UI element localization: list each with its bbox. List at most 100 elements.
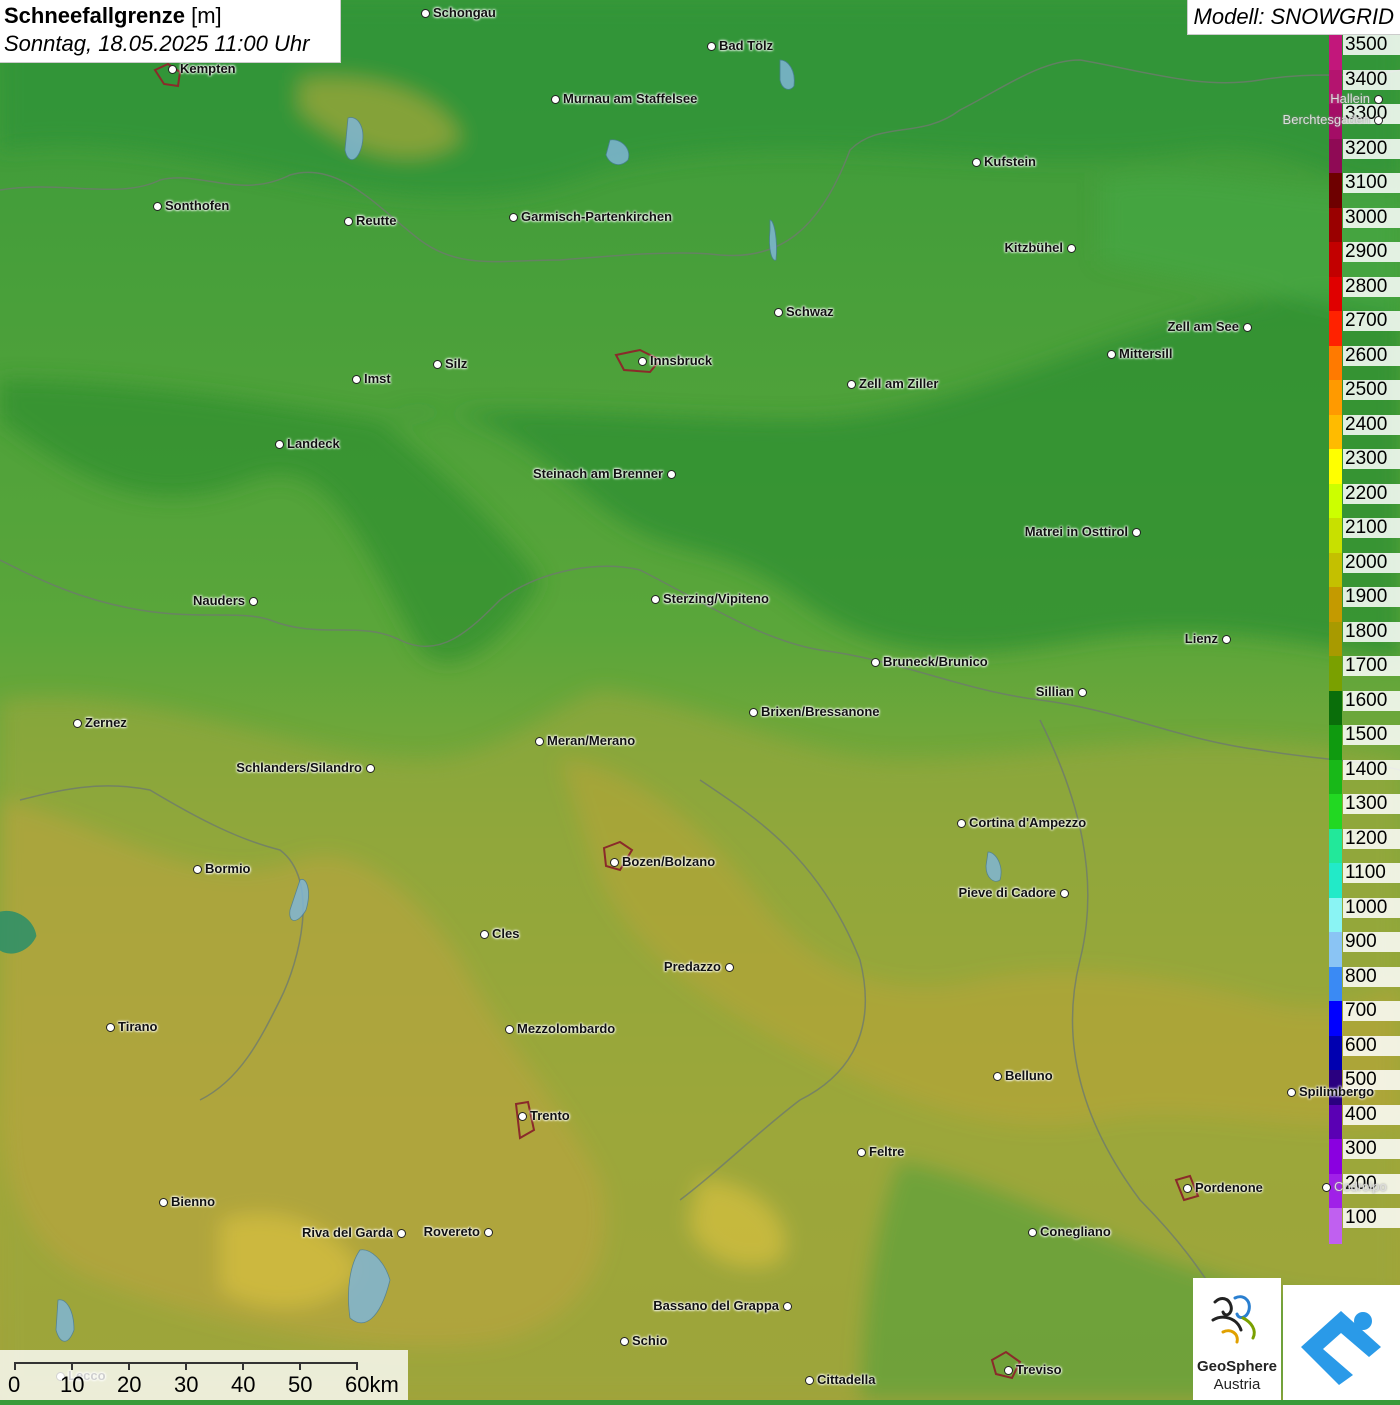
place-marker[interactable] [193, 865, 202, 874]
place-marker[interactable] [505, 1025, 514, 1034]
place-marker[interactable] [1287, 1088, 1296, 1097]
place-marker[interactable] [638, 357, 647, 366]
place-marker[interactable] [159, 1198, 168, 1207]
place-marker[interactable] [725, 963, 734, 972]
place-marker[interactable] [610, 858, 619, 867]
place-label[interactable]: Bienno [171, 1194, 215, 1209]
place-label[interactable]: Cittadella [817, 1372, 876, 1387]
place-label[interactable]: Bormio [205, 861, 251, 876]
place-marker[interactable] [871, 658, 880, 667]
place-marker[interactable] [551, 95, 560, 104]
place-label[interactable]: Garmisch-Partenkirchen [521, 209, 672, 224]
place-marker[interactable] [749, 708, 758, 717]
place-marker[interactable] [73, 719, 82, 728]
place-marker[interactable] [1060, 889, 1069, 898]
place-marker[interactable] [993, 1072, 1002, 1081]
place-marker[interactable] [397, 1229, 406, 1238]
place-label[interactable]: Codroipo [1334, 1179, 1387, 1194]
place-label[interactable]: Imst [364, 371, 391, 386]
place-marker[interactable] [484, 1228, 493, 1237]
place-label[interactable]: Kufstein [984, 154, 1036, 169]
place-label[interactable]: Trento [530, 1108, 570, 1123]
place-label[interactable]: Spilimbergo [1299, 1084, 1374, 1099]
place-label[interactable]: Kitzbühel [1005, 240, 1064, 255]
place-label[interactable]: Zell am Ziller [859, 376, 938, 391]
place-label[interactable]: Berchtesgaden [1283, 112, 1370, 127]
place-label[interactable]: Bassano del Grappa [653, 1298, 779, 1313]
place-label[interactable]: Kempten [180, 61, 236, 76]
place-marker[interactable] [1028, 1228, 1037, 1237]
place-marker[interactable] [344, 217, 353, 226]
place-marker[interactable] [1374, 95, 1383, 104]
place-marker[interactable] [518, 1112, 527, 1121]
place-label[interactable]: Conegliano [1040, 1224, 1111, 1239]
place-marker[interactable] [366, 764, 375, 773]
place-label[interactable]: Steinach am Brenner [533, 466, 663, 481]
place-marker[interactable] [535, 737, 544, 746]
place-marker[interactable] [1078, 688, 1087, 697]
place-marker[interactable] [153, 202, 162, 211]
place-marker[interactable] [957, 819, 966, 828]
place-label[interactable]: Sterzing/Vipiteno [663, 591, 769, 606]
place-marker[interactable] [783, 1302, 792, 1311]
place-label[interactable]: Tirano [118, 1019, 158, 1034]
place-label[interactable]: Nauders [193, 593, 245, 608]
place-marker[interactable] [972, 158, 981, 167]
place-marker[interactable] [1183, 1184, 1192, 1193]
place-marker[interactable] [1243, 323, 1252, 332]
place-label[interactable]: Reutte [356, 213, 396, 228]
place-marker[interactable] [1132, 528, 1141, 537]
place-marker[interactable] [805, 1376, 814, 1385]
place-label[interactable]: Landeck [287, 436, 340, 451]
place-marker[interactable] [421, 9, 430, 18]
place-marker[interactable] [774, 308, 783, 317]
place-marker[interactable] [1322, 1183, 1331, 1192]
place-marker[interactable] [249, 597, 258, 606]
place-marker[interactable] [275, 440, 284, 449]
place-marker[interactable] [707, 42, 716, 51]
place-label[interactable]: Schlanders/Silandro [236, 760, 362, 775]
place-label[interactable]: Belluno [1005, 1068, 1053, 1083]
place-label[interactable]: Sonthofen [165, 198, 229, 213]
place-label[interactable]: Mittersill [1119, 346, 1172, 361]
place-marker[interactable] [509, 213, 518, 222]
place-marker[interactable] [168, 65, 177, 74]
place-marker[interactable] [1222, 635, 1231, 644]
place-label[interactable]: Matrei in Osttirol [1025, 524, 1128, 539]
place-label[interactable]: Zernez [85, 715, 127, 730]
place-label[interactable]: Schongau [433, 5, 496, 20]
place-label[interactable]: Silz [445, 356, 467, 371]
place-marker[interactable] [433, 360, 442, 369]
place-label[interactable]: Bozen/Bolzano [622, 854, 715, 869]
place-label[interactable]: Rovereto [424, 1224, 480, 1239]
place-label[interactable]: Innsbruck [650, 353, 712, 368]
place-marker[interactable] [847, 380, 856, 389]
place-marker[interactable] [106, 1023, 115, 1032]
place-label[interactable]: Predazzo [664, 959, 721, 974]
place-label[interactable]: Cortina d'Ampezzo [969, 815, 1086, 830]
place-label[interactable]: Pieve di Cadore [958, 885, 1056, 900]
place-label[interactable]: Schwaz [786, 304, 834, 319]
place-marker[interactable] [667, 470, 676, 479]
place-label[interactable]: Mezzolombardo [517, 1021, 615, 1036]
place-marker[interactable] [651, 595, 660, 604]
place-label[interactable]: Bruneck/Brunico [883, 654, 988, 669]
place-marker[interactable] [1107, 350, 1116, 359]
place-marker[interactable] [857, 1148, 866, 1157]
place-marker[interactable] [352, 375, 361, 384]
place-marker[interactable] [480, 930, 489, 939]
place-label[interactable]: Feltre [869, 1144, 904, 1159]
place-marker[interactable] [1067, 244, 1076, 253]
place-marker[interactable] [1374, 116, 1383, 125]
place-label[interactable]: Riva del Garda [302, 1225, 393, 1240]
place-label[interactable]: Bad Tölz [719, 38, 773, 53]
place-marker[interactable] [1004, 1366, 1013, 1375]
place-label[interactable]: Cles [492, 926, 519, 941]
place-label[interactable]: Hallein [1330, 91, 1370, 106]
place-marker[interactable] [620, 1337, 629, 1346]
geosphere-logo[interactable]: GeoSphere Austria [1193, 1278, 1281, 1400]
place-label[interactable]: Sillian [1036, 684, 1074, 699]
place-label[interactable]: Lienz [1185, 631, 1218, 646]
place-label[interactable]: Pordenone [1195, 1180, 1263, 1195]
place-label[interactable]: Treviso [1016, 1362, 1062, 1377]
